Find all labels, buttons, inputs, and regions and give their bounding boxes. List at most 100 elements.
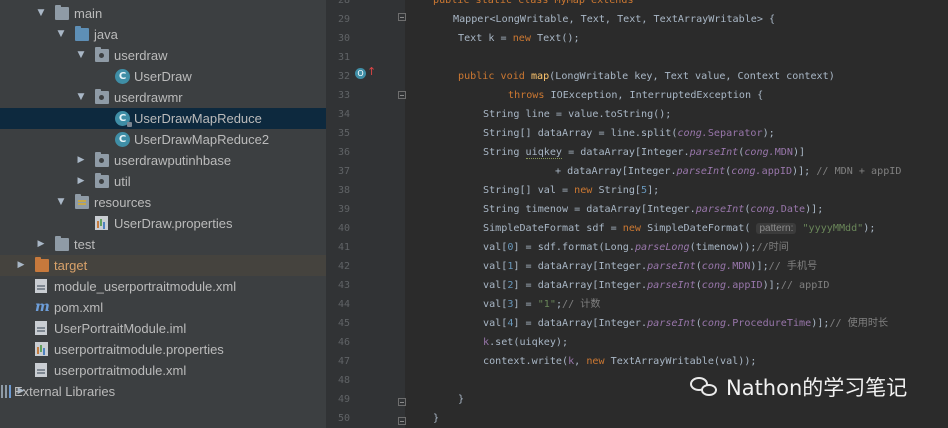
- code-line: }: [433, 413, 440, 424]
- tree-item[interactable]: userportraitmodule.properties: [0, 339, 326, 360]
- code-line: + dataArray[Integer.parseInt(cong.appID)…: [555, 166, 902, 177]
- line-number: 31: [337, 52, 350, 63]
- watermark: Nathon的学习笔记: [690, 372, 907, 402]
- source-folder-icon: [75, 26, 89, 41]
- tree-item[interactable]: ▼ main: [0, 3, 326, 24]
- tree-item[interactable]: ▼ java: [0, 24, 326, 45]
- line-number: 48: [337, 375, 350, 386]
- maven-icon: m: [35, 299, 50, 315]
- tree-item-label: java: [94, 27, 118, 42]
- code-line: k.set(uiqkey);: [483, 337, 569, 348]
- package-icon: [95, 47, 109, 62]
- fold-marker-icon[interactable]: [398, 398, 406, 406]
- line-number: 45: [337, 318, 350, 329]
- fold-marker-icon[interactable]: [398, 13, 406, 21]
- tree-item-label: userdrawputinhbase: [114, 153, 232, 168]
- tree-item[interactable]: C UserDraw: [0, 66, 326, 87]
- code-line: val[1] = dataArray[Integer.parseInt(cong…: [483, 261, 818, 272]
- line-number: 38: [337, 185, 350, 196]
- line-number: 28: [337, 0, 350, 6]
- line-number: 36: [337, 147, 350, 158]
- tree-item-label: pom.xml: [54, 300, 104, 315]
- line-number: 39: [337, 204, 350, 215]
- expand-arrow-icon[interactable]: ▶: [15, 255, 27, 276]
- fold-marker-icon[interactable]: [398, 417, 406, 425]
- line-number: 35: [337, 128, 350, 139]
- package-icon: [95, 173, 109, 188]
- line-number: 43: [337, 280, 350, 291]
- tree-item-label: UserDrawMapReduce2: [134, 132, 270, 147]
- tree-item[interactable]: ▼ resources: [0, 192, 326, 213]
- tree-item-label: UserDraw.properties: [114, 216, 233, 231]
- line-number: 41: [337, 242, 350, 253]
- tree-item[interactable]: ▶ userdrawputinhbase: [0, 150, 326, 171]
- tree-item[interactable]: C UserDrawMapReduce2: [0, 129, 326, 150]
- code-line: val[0] = sdf.format(Long.parseLong(timen…: [483, 242, 789, 253]
- collapse-arrow-icon[interactable]: ▼: [35, 3, 47, 24]
- project-tree-panel: ▼ main ▼ java ▼ userdraw C UserDraw ▼ userdrawmr C…: [0, 0, 326, 428]
- line-number: 34: [337, 109, 350, 120]
- java-class-icon: C: [115, 132, 130, 147]
- code-line: val[4] = dataArray[Integer.parseInt(cong…: [483, 318, 889, 329]
- tree-item[interactable]: ▼ userdraw: [0, 45, 326, 66]
- override-method-icon[interactable]: O: [355, 68, 366, 79]
- xml-file-icon: [35, 363, 47, 377]
- tree-item[interactable]: module_userportraitmodule.xml: [0, 276, 326, 297]
- line-number: 33: [337, 90, 350, 101]
- code-line: String line = value.toString();: [483, 109, 672, 120]
- collapse-arrow-icon[interactable]: ▼: [75, 45, 87, 66]
- resources-folder-icon: [75, 194, 89, 209]
- line-number: 37: [337, 166, 350, 177]
- code-line: public void map(LongWritable key, Text v…: [458, 71, 835, 82]
- code-line: String[] val = new String[5];: [483, 185, 660, 196]
- tree-item[interactable]: ▶ External Libraries: [0, 381, 326, 402]
- tree-item[interactable]: ▶ target: [0, 255, 326, 276]
- tree-item[interactable]: userportraitmodule.xml: [0, 360, 326, 381]
- tree-item[interactable]: UserDraw.properties: [0, 213, 326, 234]
- tree-item[interactable]: ▶ util: [0, 171, 326, 192]
- tree-item[interactable]: m pom.xml: [0, 297, 326, 318]
- tree-item[interactable]: UserPortraitModule.iml: [0, 318, 326, 339]
- code-line: val[3] = "1";// 计数: [483, 299, 601, 310]
- excluded-folder-icon: [35, 257, 49, 272]
- collapse-arrow-icon[interactable]: ▼: [55, 24, 67, 45]
- code-line: }: [458, 394, 465, 405]
- code-line: String uiqkey = dataArray[Integer.parseI…: [483, 147, 806, 159]
- collapse-arrow-icon[interactable]: ▼: [55, 192, 67, 213]
- code-line: public static class MyMap extends: [433, 0, 634, 6]
- java-class-icon: C: [115, 111, 132, 127]
- properties-file-icon: [35, 342, 48, 356]
- code-line: context.write(k, new TextArrayWritable(v…: [483, 356, 757, 367]
- tree-item-label: resources: [94, 195, 152, 210]
- watermark-text: Nathon的学习笔记: [726, 376, 908, 400]
- tree-item-label: module_userportraitmodule.xml: [54, 279, 237, 294]
- code-line: String[] dataArray = line.split(cong.Sep…: [483, 128, 775, 139]
- tree-item-label: UserPortraitModule.iml: [54, 321, 187, 336]
- fold-marker-icon[interactable]: [398, 91, 406, 99]
- tree-item[interactable]: ▶ test: [0, 234, 326, 255]
- tree-item-label: userportraitmodule.xml: [54, 363, 187, 378]
- package-icon: [95, 89, 109, 104]
- expand-arrow-icon[interactable]: ▶: [75, 150, 87, 171]
- java-class-icon: C: [115, 69, 130, 84]
- folder-icon: [55, 5, 69, 20]
- tree-item-label: util: [114, 174, 131, 189]
- line-number: 50: [337, 413, 350, 424]
- code-line: Text k = new Text();: [458, 33, 580, 44]
- tree-item-label: External Libraries: [14, 384, 116, 399]
- collapse-arrow-icon[interactable]: ▼: [75, 87, 87, 108]
- wechat-icon: [690, 375, 720, 399]
- code-line: String timenow = dataArray[Integer.parse…: [483, 204, 824, 215]
- line-number: 47: [337, 356, 350, 367]
- xml-file-icon: [35, 279, 47, 293]
- code-line: SimpleDateFormat sdf = new SimpleDateFor…: [483, 223, 876, 234]
- line-number: 44: [337, 299, 350, 310]
- line-number: 46: [337, 337, 350, 348]
- expand-arrow-icon[interactable]: ▶: [35, 234, 47, 255]
- line-number: 29: [337, 14, 350, 25]
- expand-arrow-icon[interactable]: ▶: [75, 171, 87, 192]
- code-line: val[2] = dataArray[Integer.parseInt(cong…: [483, 280, 830, 291]
- tree-item-label: main: [74, 6, 103, 21]
- tree-item[interactable]: C UserDrawMapReduce: [0, 108, 326, 129]
- tree-item[interactable]: ▼ userdrawmr: [0, 87, 326, 108]
